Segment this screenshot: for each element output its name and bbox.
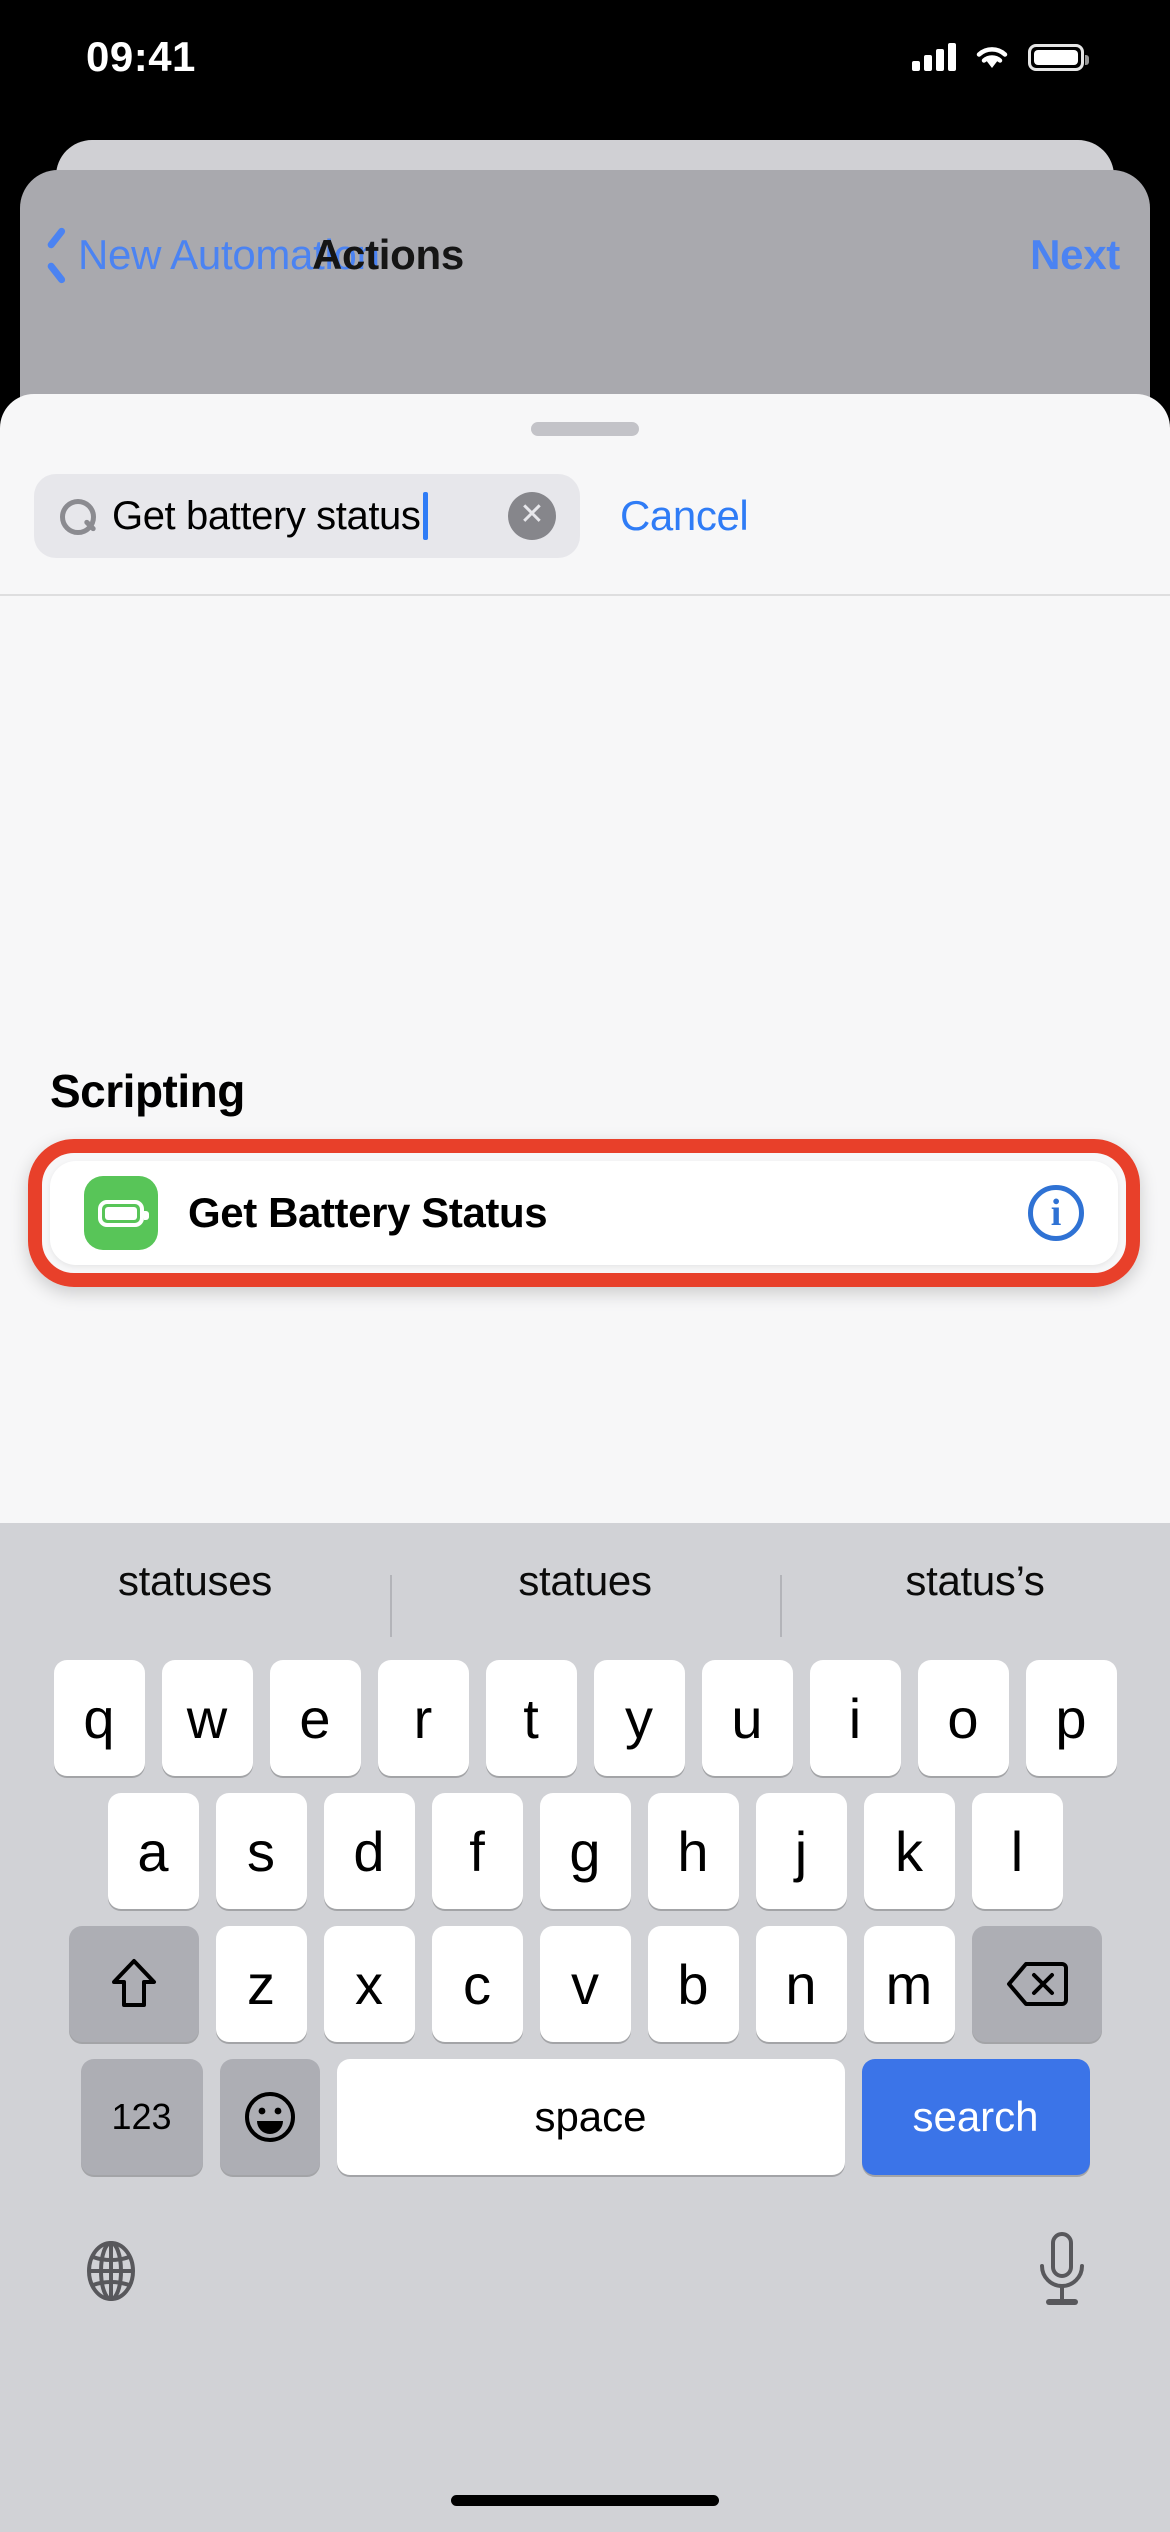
keyboard-row-2: a s d f g h j k l: [0, 1793, 1170, 1909]
info-circle-icon[interactable]: i: [1028, 1185, 1084, 1241]
space-key[interactable]: space: [336, 2059, 845, 2175]
status-bar-time: 09:41: [86, 33, 196, 80]
key-z[interactable]: z: [215, 1926, 307, 2042]
battery-icon: [1028, 43, 1089, 71]
key-u[interactable]: u: [701, 1660, 793, 1776]
sheet-grabber[interactable]: [531, 422, 639, 436]
predictive-suggestions-bar: statuses statues status’s: [0, 1523, 1170, 1639]
dictation-key[interactable]: [1032, 2230, 1092, 2317]
key-v[interactable]: v: [539, 1926, 631, 2042]
key-e[interactable]: e: [269, 1660, 361, 1776]
action-search-sheet: Get battery status ✕ Cancel Scripting Ge…: [0, 394, 1170, 1523]
keyboard-row-4: 123 space search: [0, 2059, 1170, 2175]
phone-screen: 09:41 New Automation Actions Next Get ba…: [0, 0, 1170, 2532]
emoji-smiley-icon: [243, 2090, 297, 2144]
chevron-left-icon: [46, 236, 68, 274]
key-t[interactable]: t: [485, 1660, 577, 1776]
key-q[interactable]: q: [53, 1660, 145, 1776]
key-g[interactable]: g: [539, 1793, 631, 1909]
globe-icon: [87, 2240, 135, 2301]
backspace-key[interactable]: [971, 1926, 1102, 2042]
key-x[interactable]: x: [323, 1926, 415, 2042]
globe-key[interactable]: [78, 2238, 144, 2309]
signal-bars-icon: [912, 43, 956, 71]
status-bar-indicators: [912, 42, 1089, 72]
status-bar: 09:41: [0, 0, 1170, 100]
backspace-icon: [1006, 1961, 1068, 2007]
keyboard-row-1: q w e r t y u i o p: [0, 1660, 1170, 1776]
key-a[interactable]: a: [107, 1793, 199, 1909]
clear-x-icon: ✕: [519, 498, 545, 531]
key-l[interactable]: l: [971, 1793, 1063, 1909]
next-button[interactable]: Next: [1030, 231, 1120, 279]
key-i[interactable]: i: [809, 1660, 901, 1776]
key-b[interactable]: b: [647, 1926, 739, 2042]
search-input-value: Get battery status: [112, 493, 421, 538]
cancel-button[interactable]: Cancel: [620, 492, 749, 540]
clear-search-button[interactable]: ✕: [508, 492, 556, 540]
page-title: Actions: [312, 231, 464, 278]
microphone-icon: [1040, 2231, 1084, 2305]
key-c[interactable]: c: [431, 1926, 523, 2042]
battery-icon: [84, 1176, 158, 1250]
key-p[interactable]: p: [1025, 1660, 1117, 1776]
keyboard-row-3: z x c v b n m: [0, 1926, 1170, 2042]
shift-key[interactable]: [68, 1926, 199, 2042]
key-n[interactable]: n: [755, 1926, 847, 2042]
key-o[interactable]: o: [917, 1660, 1009, 1776]
search-return-key[interactable]: search: [861, 2059, 1090, 2175]
suggestion-0[interactable]: statuses: [0, 1557, 390, 1605]
key-f[interactable]: f: [431, 1793, 523, 1909]
key-h[interactable]: h: [647, 1793, 739, 1909]
text-cursor: [422, 492, 428, 540]
emoji-key[interactable]: [219, 2059, 320, 2175]
key-k[interactable]: k: [863, 1793, 955, 1909]
key-d[interactable]: d: [323, 1793, 415, 1909]
suggestion-2[interactable]: status’s: [780, 1557, 1170, 1637]
keyboard: statuses statues status’s q w e r t y u …: [0, 1523, 1170, 2532]
home-indicator: [451, 2495, 719, 2506]
keyboard-bottom-bar: [0, 2183, 1170, 2363]
key-r[interactable]: r: [377, 1660, 469, 1776]
suggestion-1[interactable]: statues: [390, 1557, 780, 1637]
search-icon: [60, 499, 96, 535]
navigation-bar: New Automation Actions Next: [20, 200, 1150, 310]
search-input[interactable]: Get battery status ✕: [34, 474, 580, 558]
key-s[interactable]: s: [215, 1793, 307, 1909]
key-j[interactable]: j: [755, 1793, 847, 1909]
key-y[interactable]: y: [593, 1660, 685, 1776]
wifi-icon: [976, 47, 1008, 68]
key-m[interactable]: m: [863, 1926, 955, 2042]
shift-arrow-icon: [110, 1957, 158, 2011]
list-item-label: Get Battery Status: [188, 1189, 548, 1236]
section-header-scripting: Scripting: [50, 1065, 245, 1117]
key-w[interactable]: w: [161, 1660, 253, 1776]
list-item[interactable]: Get Battery Status i: [50, 1161, 1118, 1265]
search-bar: Get battery status ✕ Cancel: [0, 468, 1170, 564]
numbers-key[interactable]: 123: [80, 2059, 203, 2175]
search-divider: [0, 594, 1170, 596]
